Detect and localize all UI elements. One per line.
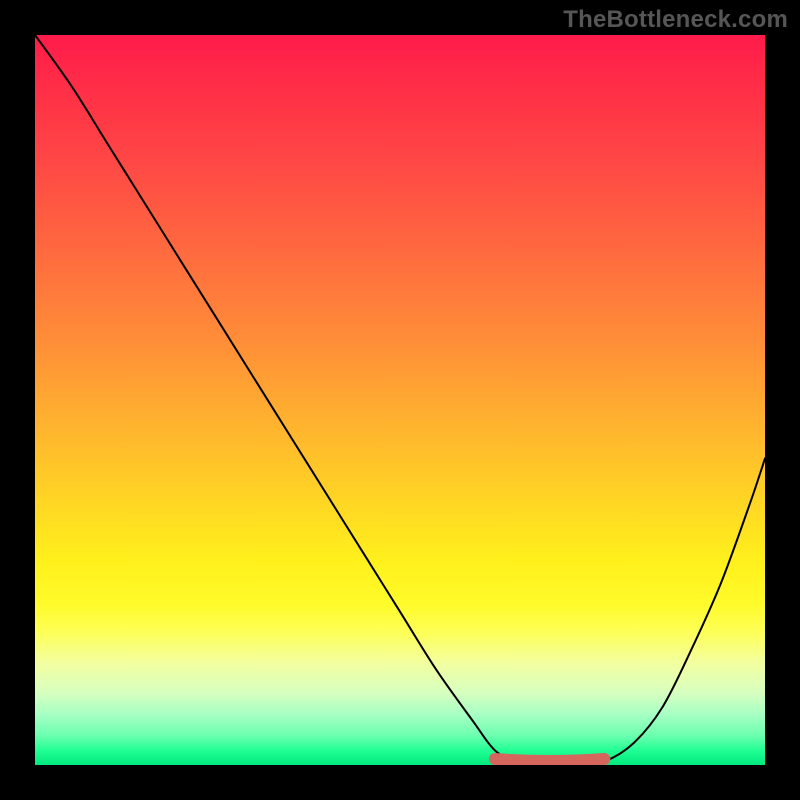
curve-layer: [35, 35, 765, 765]
bottleneck-curve: [35, 35, 765, 765]
optimal-range-highlight: [495, 759, 605, 761]
watermark-text: TheBottleneck.com: [563, 6, 788, 34]
chart-frame: TheBottleneck.com: [0, 0, 800, 800]
plot-area: [35, 35, 765, 765]
